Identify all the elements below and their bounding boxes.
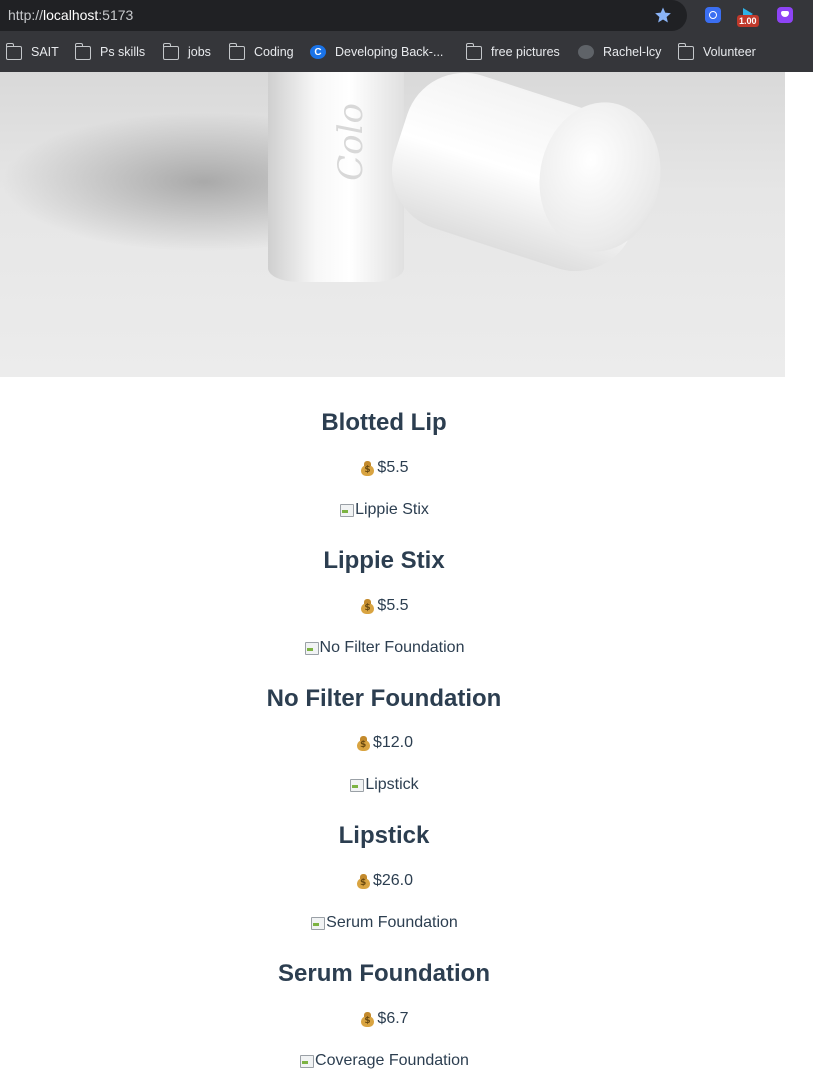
product-price: $6.7: [359, 1010, 409, 1028]
folder-icon: [677, 43, 694, 60]
broken-image-icon: [339, 502, 355, 518]
bookmark-item[interactable]: Volunteer: [677, 40, 756, 64]
bookmark-item[interactable]: Ps skills: [74, 40, 145, 64]
product-image: Serum Foundation: [310, 912, 458, 934]
product-price: $5.5: [359, 459, 409, 477]
money-bag-icon: [355, 735, 371, 751]
product-name: Serum Foundation: [278, 960, 490, 987]
folder-icon: [465, 43, 482, 60]
broken-image-icon: [349, 777, 365, 793]
product-price: $5.5: [359, 597, 409, 615]
hero-image: Colo: [0, 72, 785, 377]
extension-shield-icon[interactable]: [777, 7, 793, 23]
address-bar[interactable]: http://localhost:5173: [0, 0, 687, 31]
product-image: Lippie Stix: [339, 499, 429, 521]
product-item: No Filter Foundation $12.0 Lipstick: [0, 661, 768, 798]
money-bag-icon: [355, 873, 371, 889]
extension-badge: 1.00: [737, 15, 759, 27]
product-item: Blotted Lip $5.5 Lippie Stix: [0, 377, 768, 523]
product-item: Lippie Stix $5.5 No Filter Foundation: [0, 523, 768, 661]
folder-icon: [228, 43, 245, 60]
bookmark-item[interactable]: C Developing Back-...: [310, 40, 443, 64]
product-image: Lipstick: [349, 774, 419, 796]
broken-image-icon: [310, 915, 326, 931]
hero-stick: Colo: [268, 72, 404, 282]
folder-icon: [162, 43, 179, 60]
money-bag-icon: [359, 1011, 375, 1027]
hero-stick-text: Colo: [330, 103, 371, 181]
c-logo-icon: C: [310, 45, 326, 59]
browser-chrome: http://localhost:5173 1.00 SAIT Ps skill…: [0, 0, 813, 72]
product-item: Serum Foundation $6.7 Coverage Foundatio…: [0, 936, 768, 1074]
product-image: Coverage Foundation: [299, 1050, 469, 1072]
money-bag-icon: [359, 460, 375, 476]
broken-image-icon: [304, 640, 320, 656]
extension-speed-icon[interactable]: 1.00: [737, 6, 763, 28]
extension-icon[interactable]: [705, 7, 721, 23]
bookmark-star-icon[interactable]: [654, 6, 672, 24]
bookmarks-bar: SAIT Ps skills jobs Coding C Developing B…: [0, 40, 813, 64]
money-bag-icon: [359, 598, 375, 614]
bookmark-item[interactable]: Rachel-lcy: [578, 40, 661, 64]
folder-icon: [5, 43, 22, 60]
bookmark-item[interactable]: Coding: [228, 40, 294, 64]
bookmark-item[interactable]: free pictures: [465, 40, 560, 64]
product-name: No Filter Foundation: [266, 685, 502, 712]
bookmark-item[interactable]: jobs: [162, 40, 211, 64]
bookmark-item[interactable]: SAIT: [5, 40, 59, 64]
product-name: Lipstick: [338, 822, 430, 849]
product-price: $12.0: [355, 734, 413, 752]
broken-image-icon: [299, 1053, 315, 1069]
product-list: Blotted Lip $5.5 Lippie Stix Lippie Stix…: [0, 377, 768, 1074]
product-item: Lipstick $26.0 Serum Foundation: [0, 798, 768, 936]
folder-icon: [74, 43, 91, 60]
product-image: No Filter Foundation: [304, 637, 464, 659]
product-price: $26.0: [355, 872, 413, 890]
product-name: Lippie Stix: [323, 547, 445, 574]
product-name: Blotted Lip: [321, 409, 447, 436]
url-text[interactable]: http://localhost:5173: [8, 7, 133, 23]
github-icon: [578, 45, 594, 59]
